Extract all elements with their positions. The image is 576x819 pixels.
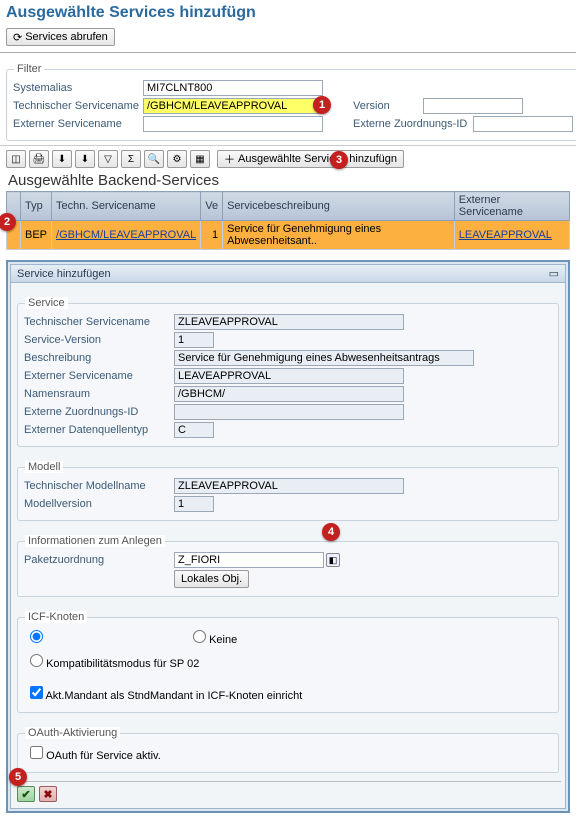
dialog-ok-button[interactable]: ✔ — [17, 786, 35, 802]
refresh-services-button[interactable]: ⟳ Services abrufen — [6, 28, 115, 46]
mdl-ver-label: Modellversion — [24, 498, 174, 510]
filter-icon[interactable]: ▽ — [98, 150, 118, 168]
details-icon[interactable]: ◫ — [6, 150, 26, 168]
export-excel-icon[interactable]: ⬇ — [52, 150, 72, 168]
version-input[interactable] — [423, 98, 523, 114]
page-title: Ausgewählte Services hinzufügn — [0, 0, 576, 26]
badge-3: 3 — [330, 151, 348, 169]
find-icon[interactable]: 🔍 — [144, 150, 164, 168]
svc-ns-label: Namensraum — [24, 388, 174, 400]
filter-legend: Filter — [14, 63, 44, 75]
tech-name-label: Technischer Servicename — [13, 100, 143, 112]
ext-name-label: Externer Servicename — [13, 118, 143, 130]
dialog-close-icon[interactable]: ▭ — [549, 267, 559, 280]
print-icon[interactable]: 🖨 — [29, 150, 49, 168]
mdl-ver-input[interactable] — [174, 496, 214, 512]
oauth-check[interactable]: OAuth für Service aktiv. — [30, 746, 161, 762]
ext-map-label: Externe Zuordnungs-ID — [353, 118, 473, 130]
svc-desc-label: Beschreibung — [24, 352, 174, 364]
dialog-title-text: Service hinzufügen — [17, 268, 111, 280]
icf-default-radio[interactable] — [30, 630, 43, 646]
svc-ext-input[interactable] — [174, 368, 404, 384]
service-legend: Service — [25, 297, 68, 309]
cell-desc: Service für Genehmigung eines Abwesenhei… — [223, 221, 455, 250]
pkg-label: Paketzuordnung — [24, 554, 174, 566]
svc-dq-label: Externer Datenquellentyp — [24, 424, 174, 436]
systemalias-input[interactable] — [143, 80, 323, 96]
layout-icon[interactable]: ▦ — [190, 150, 210, 168]
svc-desc-input[interactable] — [174, 350, 474, 366]
svc-tech-input[interactable] — [174, 314, 404, 330]
create-legend: Informationen zum Anlegen — [25, 535, 165, 547]
ext-name-input[interactable] — [143, 116, 323, 132]
col-typ[interactable]: Typ — [21, 192, 52, 221]
col-tech[interactable]: Techn. Servicename — [52, 192, 201, 221]
svc-tech-label: Technischer Servicename — [24, 316, 174, 328]
refresh-label: Services abrufen — [25, 31, 108, 43]
ext-map-input[interactable] — [473, 116, 573, 132]
sum-icon[interactable]: Σ — [121, 150, 141, 168]
export-word-icon[interactable]: ⬇ — [75, 150, 95, 168]
add-selected-services-button[interactable]: ＋ Ausgewählte Services hinzufügn — [217, 150, 404, 168]
table-row[interactable]: BEP /GBHCM/LEAVEAPPROVAL 1 Service für G… — [7, 221, 570, 250]
version-label: Version — [353, 100, 423, 112]
col-ver[interactable]: Ve — [201, 192, 223, 221]
icf-compat-radio[interactable]: Kompatibilitätsmodus für SP 02 — [30, 654, 199, 670]
model-legend: Modell — [25, 461, 63, 473]
pkg-value-help-icon[interactable]: ◧ — [326, 553, 340, 567]
add-service-dialog: Service hinzufügen ▭ Service Technischer… — [6, 260, 570, 813]
backend-services-title: Ausgewählte Backend-Services — [0, 170, 576, 191]
col-desc[interactable]: Servicebeschreibung — [223, 192, 455, 221]
refresh-icon: ⟳ — [13, 31, 22, 44]
svc-ver-input[interactable] — [174, 332, 214, 348]
icf-legend: ICF-Knoten — [25, 611, 87, 623]
cell-typ: BEP — [21, 221, 52, 250]
local-obj-button[interactable]: Lokales Obj. — [174, 570, 249, 588]
backend-services-table: Typ Techn. Servicename Ve Servicebeschre… — [6, 191, 570, 250]
add-selected-label: Ausgewählte Services hinzufügn — [238, 153, 397, 165]
oauth-legend: OAuth-Aktivierung — [25, 727, 120, 739]
add-icon: ＋ — [224, 151, 235, 167]
pkg-input[interactable] — [174, 552, 324, 568]
col-ext[interactable]: Externer Servicename — [454, 192, 569, 221]
icf-stdmandant-check[interactable]: Akt.Mandant als StndMandant in ICF-Knote… — [30, 686, 302, 702]
tech-name-input[interactable] — [143, 98, 323, 114]
badge-1: 1 — [313, 96, 331, 114]
cell-tech[interactable]: /GBHCM/LEAVEAPPROVAL — [52, 221, 201, 250]
svc-ns-input[interactable] — [174, 386, 404, 402]
systemalias-label: Systemalias — [13, 82, 143, 94]
cell-ver: 1 — [201, 221, 223, 250]
svc-dq-input[interactable] — [174, 422, 214, 438]
icf-none-radio[interactable]: Keine — [193, 630, 237, 646]
svc-ext-label: Externer Servicename — [24, 370, 174, 382]
settings-icon[interactable]: ⚙ — [167, 150, 187, 168]
dialog-cancel-button[interactable]: ✖ — [39, 786, 57, 802]
badge-5: 5 — [9, 768, 27, 786]
svc-map-input[interactable] — [174, 404, 404, 420]
mdl-tech-label: Technischer Modellname — [24, 480, 174, 492]
svc-ver-label: Service-Version — [24, 334, 174, 346]
mdl-tech-input[interactable] — [174, 478, 404, 494]
cell-ext[interactable]: LEAVEAPPROVAL — [454, 221, 569, 250]
svc-map-label: Externe Zuordnungs-ID — [24, 406, 174, 418]
badge-4: 4 — [322, 523, 340, 541]
